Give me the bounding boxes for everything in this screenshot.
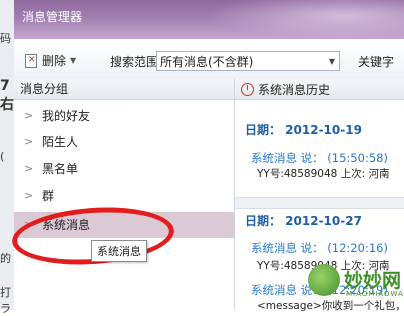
group-panel: 消息分组 > 我的好友 > 陌生人 > 黑名单 > 群 > 系统消息	[14, 79, 235, 310]
group-item-blacklist[interactable]: > 黑名单	[14, 156, 234, 182]
chevron-down-icon[interactable]: ▼	[325, 57, 339, 66]
chevron-right-icon: >	[24, 109, 34, 122]
watermark-subtext: MIAOMIAOWANG	[346, 290, 404, 298]
search-scope-value: 所有消息(不含群)	[160, 54, 254, 69]
window-title: 消息管理器	[22, 10, 83, 24]
desktop-fragment: (	[0, 150, 5, 163]
group-label: 群	[42, 189, 55, 203]
delete-label: 删除	[42, 53, 67, 68]
group-item-groups[interactable]: > 群	[14, 183, 234, 209]
toolbar: 删除 ▼ 搜索范围 所有消息(不含群) ▼ 关键字	[14, 39, 404, 80]
group-label: 陌生人	[42, 135, 79, 149]
entry-date: 日期： 2012-10-27	[245, 214, 362, 228]
desktop-fragment: 7右	[0, 78, 14, 113]
group-label: 我的好友	[42, 109, 91, 123]
tooltip: 系统消息	[91, 240, 147, 262]
history-panel-header: 系统消息历史	[235, 79, 404, 100]
keyword-label: 关键字	[358, 55, 395, 69]
desktop-fragment: 的	[0, 252, 11, 265]
entry-sender[interactable]: 系统消息 说： (15:50:58)	[251, 150, 388, 166]
message-manager-window: 消息管理器 删除 ▼ 搜索范围 所有消息(不含群) ▼ 关键字 消息分组 > 我…	[10, 0, 404, 312]
entry-meta: YY号:48589048 上次: 河南	[257, 168, 390, 180]
desktop-fragment: 码	[0, 32, 11, 45]
group-item-strangers[interactable]: > 陌生人	[14, 129, 234, 155]
background-desktop: 码 7右 ( 的 打ラ	[0, 0, 15, 315]
chevron-right-icon: >	[24, 135, 34, 148]
desktop-fragment: 打ラ	[0, 286, 11, 315]
chevron-right-icon: >	[24, 162, 34, 175]
title-decoration	[204, 0, 404, 39]
group-item-friends[interactable]: > 我的好友	[14, 103, 234, 129]
title-bar[interactable]: 消息管理器	[14, 0, 404, 39]
watermark-text: 妙妙网	[344, 270, 402, 292]
logo-icon	[308, 264, 340, 296]
delete-button[interactable]: 删除 ▼	[24, 51, 76, 69]
watermark-logo: 妙妙网 MIAOMIAOWANG	[304, 262, 404, 306]
group-label: 黑名单	[42, 162, 79, 176]
chevron-down-icon[interactable]: ▼	[70, 56, 76, 65]
clock-icon	[241, 82, 254, 96]
entry-sender[interactable]: 系统消息 说： (12:20:16)	[251, 240, 388, 256]
group-panel-header: 消息分组	[14, 79, 234, 100]
chevron-right-icon: >	[24, 189, 34, 202]
history-panel-title: 系统消息历史	[258, 82, 331, 97]
entry-divider	[235, 197, 404, 209]
search-scope-label: 搜索范围	[110, 55, 159, 69]
entry-date: 日期： 2012-10-19	[245, 123, 362, 137]
search-scope-select[interactable]: 所有消息(不含群) ▼	[156, 51, 340, 71]
delete-icon	[24, 53, 38, 68]
